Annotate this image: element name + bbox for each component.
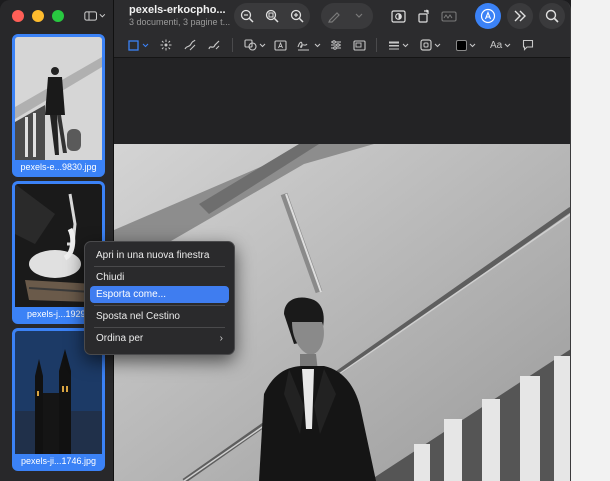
speech-bubble-icon (522, 39, 534, 51)
menu-item-label: Esporta come... (96, 289, 167, 300)
shapes-icon (244, 39, 257, 51)
sketch-button[interactable] (184, 38, 196, 52)
size-adjust-button[interactable] (353, 38, 366, 52)
signature-icon (440, 11, 457, 22)
zoom-out-button[interactable] (234, 3, 259, 29)
selection-tool-button[interactable] (128, 38, 149, 52)
menu-separator (94, 266, 225, 267)
zoom-group (234, 3, 310, 29)
edit-group (386, 3, 470, 29)
zoom-in-button[interactable] (284, 3, 309, 29)
rotate-icon (417, 9, 429, 23)
menu-item-move-to-trash[interactable]: Sposta nel Cestino (90, 308, 229, 325)
chevron-right-icon: › (219, 333, 223, 344)
pencil-icon (327, 12, 340, 23)
close-button[interactable] (12, 10, 24, 22)
highlight-menu-button[interactable] (346, 3, 371, 29)
rect-selection-icon (128, 39, 139, 51)
border-color-icon (420, 39, 432, 51)
signature-button[interactable] (436, 3, 461, 29)
menu-item-open-new-window[interactable]: Apri in una nuova finestra (90, 247, 229, 264)
chevron-down-icon (355, 13, 362, 18)
menu-item-close[interactable]: Chiudi (90, 269, 229, 286)
fill-color-button[interactable] (456, 38, 476, 52)
markup-toggle-button[interactable] (475, 3, 501, 29)
menu-item-label: Chiudi (96, 272, 125, 283)
resize-icon (353, 39, 366, 51)
text-style-button[interactable]: Aa (490, 38, 511, 52)
menu-separator (94, 305, 225, 306)
draw-icon (208, 40, 220, 50)
thumbnail-caption: pexels-e...9830.jpg (15, 160, 102, 174)
zoom-fit-icon (265, 9, 279, 23)
fullscreen-button[interactable] (52, 10, 64, 22)
window-controls (12, 10, 64, 22)
magic-wand-icon (160, 39, 172, 51)
minimize-button[interactable] (32, 10, 44, 22)
adjust-button[interactable] (330, 38, 342, 52)
draw-button[interactable] (208, 38, 220, 52)
chevron-down-icon (469, 43, 476, 47)
line-weight-icon (389, 41, 399, 49)
border-color-button[interactable] (420, 38, 441, 52)
zoom-in-icon (290, 9, 304, 23)
preview-window: pexels-e...9830.jpg pexels-j...1929.j pe… (0, 0, 571, 481)
search-button[interactable] (539, 3, 565, 29)
search-icon (545, 9, 559, 23)
divider (232, 38, 233, 52)
markup-icon (480, 8, 496, 24)
sketch-icon (184, 39, 196, 51)
sidebar-toggle-button[interactable] (84, 7, 106, 25)
chevron-down-icon (434, 43, 441, 47)
adjust-color-button[interactable] (386, 3, 411, 29)
shapes-button[interactable] (244, 38, 266, 52)
markup-toolbar: Aa (114, 32, 570, 58)
thumbnail-image (15, 37, 102, 160)
thumbnail-caption: pexels-ji...1746.jpg (15, 454, 102, 468)
highlight-group (321, 3, 373, 29)
menu-item-label: Apri in una nuova finestra (96, 250, 210, 261)
menu-item-label: Ordina per (96, 333, 144, 344)
sidebar-icon (84, 11, 97, 21)
menu-item-sort-by[interactable]: Ordina per › (90, 330, 229, 347)
text-style-label: Aa (490, 39, 503, 51)
desktop-background (571, 0, 610, 481)
zoom-out-icon (240, 9, 254, 23)
menu-separator (94, 327, 225, 328)
fill-color-swatch-icon (456, 39, 467, 51)
chevron-down-icon (142, 43, 149, 47)
sliders-icon (331, 40, 341, 50)
context-menu: Apri in una nuova finestra Chiudi Esport… (84, 241, 235, 355)
toolbar: pexels-erkocpho... 3 documenti, 3 pagine… (114, 0, 570, 32)
highlight-button[interactable] (321, 3, 346, 29)
thumbnail-1[interactable]: pexels-e...9830.jpg (12, 34, 105, 177)
document-title: pexels-erkocpho... (129, 4, 226, 16)
signature-pen-icon (297, 41, 309, 51)
rotate-button[interactable] (411, 3, 436, 29)
chevron-down-icon (504, 43, 511, 47)
text-box-icon (274, 39, 287, 51)
menu-item-export-as[interactable]: Esporta come... (90, 286, 229, 303)
document-subtitle: 3 documenti, 3 pagine t... (129, 17, 231, 27)
sign-button[interactable] (297, 38, 321, 52)
chevron-down-icon (314, 43, 321, 47)
divider (376, 38, 377, 52)
line-style-button[interactable] (388, 38, 409, 52)
chevron-down-icon (259, 43, 266, 47)
instant-alpha-button[interactable] (160, 38, 172, 52)
chevron-down-icon (99, 13, 106, 18)
menu-item-label: Sposta nel Cestino (96, 311, 180, 322)
image-adjust-icon (391, 9, 406, 23)
text-tool-button[interactable] (274, 38, 287, 52)
chevron-down-icon (402, 43, 409, 47)
more-tools-button[interactable] (507, 3, 533, 29)
double-chevron-right-icon (514, 10, 526, 22)
actual-size-button[interactable] (259, 3, 284, 29)
note-button[interactable] (522, 38, 534, 52)
